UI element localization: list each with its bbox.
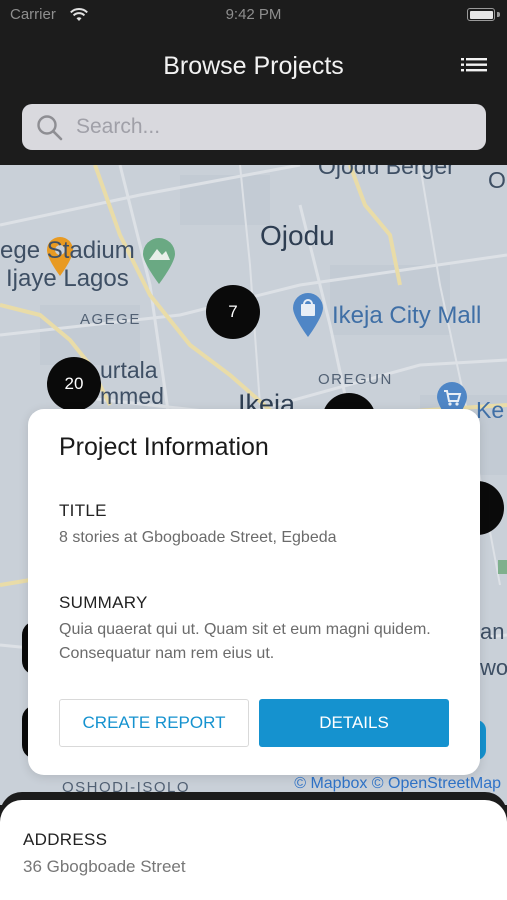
map-label-ijaye: Ijaye Lagos: [6, 265, 129, 292]
map-label-ikeja-city-mall: Ikeja City Mall: [332, 302, 482, 329]
status-bar: Carrier 9:42 PM: [0, 0, 507, 30]
battery-tip: [497, 12, 500, 17]
status-time: 9:42 PM: [225, 6, 282, 23]
map-label-o-right: O: [488, 167, 506, 193]
details-button[interactable]: DETAILS: [259, 699, 449, 747]
map-label-murtala: urtala: [100, 357, 158, 383]
map-label-wo: wo: [480, 655, 507, 680]
cluster-marker[interactable]: 20: [47, 357, 101, 411]
map-label-oregun: OREGUN: [318, 371, 393, 388]
page-title: Browse Projects: [163, 52, 344, 80]
search-icon: [37, 115, 63, 141]
map-label-muhammed: mmed: [100, 383, 164, 409]
title-value: 8 stories at Gbogboade Street, Egbeda: [59, 529, 337, 546]
search-bar[interactable]: [22, 104, 486, 150]
map-attribution[interactable]: © Mapbox © OpenStreetMap: [294, 775, 501, 793]
header: Browse Projects: [0, 30, 507, 165]
map-label-an: an: [480, 619, 505, 644]
address-value: 36 Gbogboade Street: [23, 857, 186, 876]
battery-icon: [467, 8, 495, 21]
park-icon: [143, 238, 175, 284]
map-label-ojodu-berger: Ojodu Berger: [318, 165, 455, 179]
map-label-stadium: ege Stadium: [0, 237, 135, 264]
address-label: ADDRESS: [23, 830, 108, 849]
create-report-button[interactable]: CREATE REPORT: [59, 699, 249, 747]
summary-value: Quia quaerat qui ut. Quam sit et eum mag…: [59, 621, 431, 662]
address-sheet: ADDRESS 36 Gbogboade Street: [0, 800, 507, 900]
title-label: TITLE: [59, 501, 107, 520]
project-info-card: Project Information TITLE 8 stories at G…: [28, 409, 480, 775]
card-title: Project Information: [59, 433, 269, 461]
cluster-marker[interactable]: 7: [206, 285, 260, 339]
map-label-agege: AGEGE: [80, 311, 141, 328]
summary-label: SUMMARY: [59, 593, 148, 612]
list-icon[interactable]: [461, 56, 487, 76]
map-label-ojodu: Ojodu: [260, 220, 335, 251]
shopping-bag-icon: [293, 293, 323, 337]
map-label-ke: Ke: [476, 397, 505, 423]
search-input[interactable]: [76, 104, 476, 150]
